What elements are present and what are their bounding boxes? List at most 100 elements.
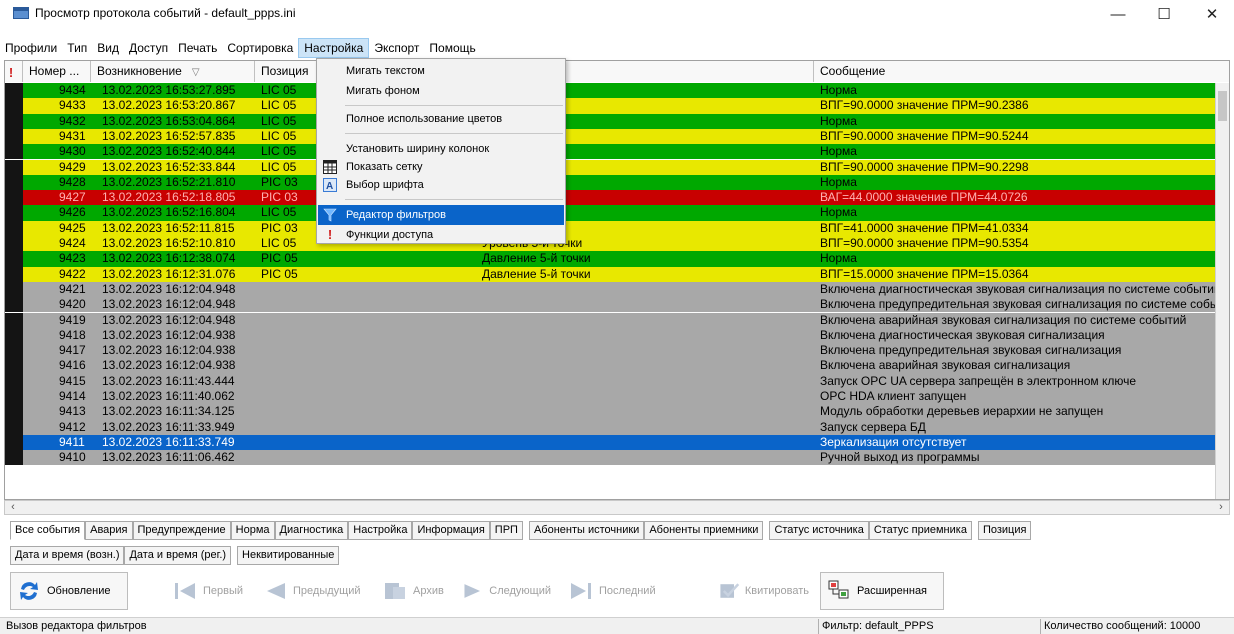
close-button[interactable]: ✕	[1192, 5, 1232, 27]
previous-button[interactable]: Предыдущий	[256, 572, 372, 610]
table-row[interactable]: 9418 13.02.2023 16:12:04.938 Включена диаг…	[5, 327, 1229, 344]
row-message: Норма	[820, 144, 857, 159]
table-row[interactable]: 943013.02.2023 16:52:40.844LIC 05киНорма	[5, 144, 1229, 160]
table-row[interactable]: 942413.02.2023 16:52:10.810LIC 05Уровень…	[5, 236, 1229, 252]
table-row[interactable]: 9422 13.02.2023 16:12:31.076 PIC 05 Давлени…	[5, 266, 1229, 282]
menu-item-show-grid[interactable]: Показать сетку	[318, 157, 564, 177]
acknowledge-button[interactable]: Квитировать	[712, 572, 816, 610]
menu-item-blink-background[interactable]: Мигать фоном	[318, 81, 564, 101]
menu-item-blink-text[interactable]: Мигать текстом	[318, 61, 564, 81]
refresh-button[interactable]: Обновление	[10, 572, 128, 610]
scroll-thumb[interactable]	[1218, 91, 1227, 121]
tab-source-subscribers[interactable]: Абоненты источники	[528, 521, 645, 540]
row-number: 9422	[59, 266, 86, 281]
table-row[interactable]: 9415 13.02.2023 16:11:43.444 Запуск OPC UA…	[5, 373, 1229, 389]
table-row[interactable]: 943213.02.2023 16:53:04.864LIC 05киНорма	[5, 113, 1229, 129]
table-row[interactable]: 9419 13.02.2023 16:12:04.948 Включена авар…	[5, 312, 1229, 328]
menu-item-filter-editor[interactable]: Редактор фильтров	[318, 205, 564, 225]
table-row[interactable]: 943413.02.2023 16:53:27.895LIC 05киНорма	[5, 83, 1229, 99]
scroll-right-icon[interactable]: ›	[1213, 500, 1229, 515]
events-grid[interactable]: ! Номер ... Возникновение ▽ Позиция Сообщ…	[4, 60, 1230, 500]
table-row[interactable]: 9412 13.02.2023 16:11:33.949 Запуск сервер…	[5, 419, 1229, 435]
last-label: Последний	[599, 585, 656, 597]
menu-help[interactable]: Помощь	[424, 38, 480, 58]
first-button[interactable]: Первый	[166, 572, 252, 610]
maximize-button[interactable]: ☐	[1144, 5, 1184, 27]
tab-receiver-status[interactable]: Статус приемника	[868, 521, 972, 540]
tab-diagnostics[interactable]: Диагностика	[274, 521, 349, 540]
tab-unacknowledged[interactable]: Неквитированные	[237, 546, 340, 565]
tab-date-registered[interactable]: Дата и время (рег.)	[124, 546, 232, 565]
table-row[interactable]: 9421 13.02.2023 16:12:04.948 Включена диаг…	[5, 281, 1229, 298]
menu-item-access-functions[interactable]: ! Функции доступа	[318, 225, 564, 245]
tab-receiver-subscribers[interactable]: Абоненты приемники	[644, 521, 764, 540]
row-marker	[5, 312, 23, 328]
row-message: Ручной выход из программы	[820, 450, 980, 465]
row-parameter: Давление 5-й точки	[482, 251, 591, 266]
menu-sort[interactable]: Сортировка	[222, 38, 298, 58]
menu-profiles[interactable]: Профили	[0, 38, 62, 58]
column-header-position[interactable]: Позиция	[255, 61, 321, 82]
column-header-number[interactable]: Номер ...	[23, 61, 91, 82]
app-icon	[13, 7, 29, 19]
menu-access[interactable]: Доступ	[124, 38, 173, 58]
table-row[interactable]: 942913.02.2023 16:52:33.844LIC 05киВПГ=9…	[5, 159, 1229, 175]
previous-label: Предыдущий	[293, 585, 361, 597]
filter-tabs: Все события Авария Предупреждение Норма …	[10, 521, 1032, 540]
scroll-left-icon[interactable]: ‹	[5, 500, 21, 515]
first-label: Первый	[203, 585, 244, 597]
tab-source-status[interactable]: Статус источника	[769, 521, 869, 540]
menu-settings[interactable]: Настройка	[298, 38, 370, 58]
table-row[interactable]: 9414 13.02.2023 16:11:40.062 OPC HDA клиен…	[5, 389, 1229, 405]
tab-norm[interactable]: Норма	[230, 521, 275, 540]
vertical-scrollbar[interactable]	[1215, 83, 1229, 499]
tab-warning[interactable]: Предупреждение	[132, 521, 231, 540]
column-header-message[interactable]: Сообщение	[814, 61, 1229, 82]
table-row[interactable]: 942713.02.2023 16:52:18.805PIC 03чкиВАГ=…	[5, 190, 1229, 206]
table-row[interactable]: 9417 13.02.2023 16:12:04.938 Включена пред…	[5, 343, 1229, 359]
last-button[interactable]: Последний	[562, 572, 668, 610]
table-row[interactable]: 942513.02.2023 16:52:11.815PIC 03чкиВПГ=…	[5, 220, 1229, 236]
tab-information[interactable]: Информация	[412, 521, 490, 540]
menu-item-font[interactable]: A Выбор шрифта	[318, 175, 564, 195]
horizontal-scrollbar[interactable]: ‹ ›	[4, 500, 1230, 515]
refresh-icon	[20, 582, 38, 600]
row-marker	[5, 98, 23, 114]
column-header-time[interactable]: Возникновение ▽	[91, 61, 255, 82]
tab-all-events[interactable]: Все события	[10, 521, 86, 540]
archive-button[interactable]: Архив	[376, 572, 452, 610]
menu-type[interactable]: Тип	[62, 38, 92, 58]
table-row[interactable]: 942613.02.2023 16:52:16.804LIC 05киНорма	[5, 205, 1229, 221]
row-time: 13.02.2023 16:12:04.948	[102, 281, 236, 296]
table-row[interactable]: 9420 13.02.2023 16:12:04.948 Включена пред…	[5, 297, 1229, 313]
table-row[interactable]: 943313.02.2023 16:53:20.867LIC 05киВПГ=9…	[5, 98, 1229, 114]
next-button[interactable]: Следующий	[456, 572, 558, 610]
flag-column-header[interactable]: !	[5, 61, 23, 82]
row-time: 13.02.2023 16:53:20.867	[102, 98, 236, 113]
menu-print[interactable]: Печать	[173, 38, 222, 58]
row-marker	[5, 113, 23, 129]
table-row[interactable]: 9423 13.02.2023 16:12:38.074 PIC 05 Давлени…	[5, 251, 1229, 267]
menu-export[interactable]: Экспорт	[369, 38, 424, 58]
minimize-button[interactable]: —	[1098, 5, 1138, 27]
row-time: 13.02.2023 16:52:16.804	[102, 205, 236, 220]
extended-button[interactable]: Расширенная	[820, 572, 944, 610]
row-message: Включена аварийная звуковая сигнализация	[820, 358, 1071, 373]
menu-view[interactable]: Вид	[92, 38, 124, 58]
tab-prp[interactable]: ПРП	[489, 521, 523, 540]
table-row[interactable]: 9411 13.02.2023 16:11:33.749 Зеркализация …	[5, 434, 1229, 451]
table-row[interactable]: 9410 13.02.2023 16:11:06.462 Ручной выход …	[5, 450, 1229, 466]
tab-date-occurred[interactable]: Дата и время (возн.)	[10, 546, 125, 565]
toolbar: Обновление Первый Предыдущий Архив Следу…	[10, 572, 1230, 612]
table-row[interactable]: 943113.02.2023 16:52:57.835LIC 05киВПГ=9…	[5, 128, 1229, 145]
table-row[interactable]: 942813.02.2023 16:52:21.810PIC 03чкиНорм…	[5, 174, 1229, 191]
menu-item-full-colors[interactable]: Полное использование цветов	[318, 109, 564, 129]
tab-position[interactable]: Позиция	[977, 521, 1032, 540]
table-row[interactable]: 9413 13.02.2023 16:11:34.125 Модуль обрабо…	[5, 404, 1229, 420]
tab-settings[interactable]: Настройка	[348, 521, 413, 540]
menu-item-column-width[interactable]: Установить ширину колонок	[318, 139, 564, 159]
row-marker	[5, 190, 23, 206]
tab-alarm[interactable]: Авария	[85, 521, 133, 540]
sort-tabs: Дата и время (возн.) Дата и время (рег.)…	[10, 546, 340, 565]
table-row[interactable]: 9416 13.02.2023 16:12:04.938 Включена авар…	[5, 358, 1229, 374]
